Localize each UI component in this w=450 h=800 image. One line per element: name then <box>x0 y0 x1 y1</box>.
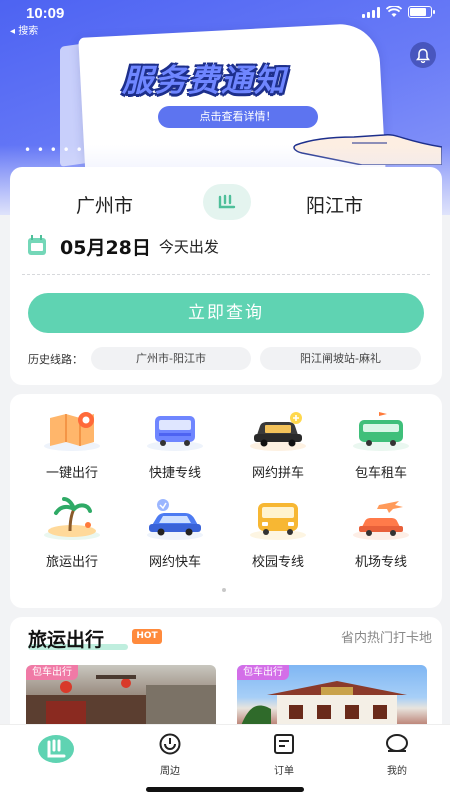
status-bar: 10:09 ◂ 搜索 <box>0 0 450 37</box>
tab-label: 订单 <box>274 766 294 777</box>
home-indicator[interactable] <box>146 787 304 792</box>
history-routes: 历史线路： 广州市-阳江市 阳江闸坡站-麻礼 <box>28 347 421 370</box>
departure-city[interactable]: 广州市 <box>76 191 133 218</box>
school-bus-icon <box>250 503 306 540</box>
departure-date-note: 今天出发 <box>158 238 219 256</box>
airport-icon <box>353 501 409 540</box>
tab-orders[interactable]: 订单 <box>254 733 314 777</box>
service-charter-rental[interactable]: 包车租车 <box>341 406 421 481</box>
service-carpool[interactable]: 网约拼车 <box>238 406 318 481</box>
route-search-card: 广州市 阳江市 05月28日 今天出发 立即查询 历史线路： 广州市-阳江市 阳… <box>10 167 442 385</box>
service-label: 网约拼车 <box>251 466 304 481</box>
dashed-divider <box>22 274 430 275</box>
history-route-chip[interactable]: 阳江闸坡站-麻礼 <box>260 347 421 370</box>
charter-bus-icon <box>353 412 409 451</box>
bus-icon <box>147 416 203 451</box>
status-indicators <box>362 6 435 18</box>
charter-tag: 包车出行 <box>237 665 289 680</box>
service-tourism-travel[interactable]: 旅运出行 <box>32 495 112 570</box>
service-label: 包车租车 <box>354 466 407 481</box>
tab-home[interactable] <box>26 734 86 768</box>
service-label: 校园专线 <box>251 555 304 570</box>
status-time: 10:09 <box>26 5 65 22</box>
carpool-icon <box>250 412 306 451</box>
service-label: 机场专线 <box>354 555 407 570</box>
service-express-line[interactable]: 快捷专线 <box>135 406 215 481</box>
hot-badge: HOT <box>132 629 162 644</box>
service-label: 一键出行 <box>45 466 98 481</box>
wifi-icon <box>386 6 402 17</box>
service-label: 旅运出行 <box>45 555 98 570</box>
query-button[interactable]: 立即查询 <box>28 293 424 333</box>
tab-label: 周边 <box>160 766 180 777</box>
tab-nearby[interactable]: 周边 <box>140 733 200 777</box>
calendar-icon <box>28 235 46 255</box>
profile-icon <box>386 734 408 752</box>
express-car-icon <box>147 499 203 540</box>
back-to-search-link[interactable]: ◂ 搜索 <box>10 22 38 37</box>
service-ride-hailing[interactable]: 网约快车 <box>135 495 215 570</box>
palm-tree-icon <box>44 497 100 540</box>
swap-cities-button[interactable] <box>203 184 251 220</box>
home-logo-icon <box>38 735 74 763</box>
notification-bell-icon[interactable] <box>410 42 436 68</box>
travel-section: 旅运出行 HOT 省内热门打卡地 包车出行 包车出行 <box>10 617 442 737</box>
service-one-click-trip[interactable]: 一键出行 <box>32 406 112 481</box>
arrival-city[interactable]: 阳江市 <box>306 191 363 218</box>
service-airport-line[interactable]: 机场专线 <box>341 495 421 570</box>
service-label: 网约快车 <box>148 555 201 570</box>
tab-label: 我的 <box>387 766 407 777</box>
service-campus-line[interactable]: 校园专线 <box>238 495 318 570</box>
notice-title: 服务费通知 <box>122 63 287 99</box>
swap-logo-icon <box>218 194 236 209</box>
map-pin-icon <box>44 412 100 451</box>
section-title: 旅运出行 <box>28 629 105 651</box>
tab-profile[interactable]: 我的 <box>367 733 427 777</box>
services-grid: 一键出行 快捷专线 网约拼车 包车租车 旅运出行 网约快车 校园专线 机场专线 <box>10 394 442 608</box>
history-label: 历史线路： <box>28 352 83 366</box>
orders-icon <box>274 734 294 754</box>
page-indicator-dot <box>222 588 226 592</box>
cellular-signal-icon <box>362 6 380 18</box>
history-route-chip[interactable]: 广州市-阳江市 <box>91 347 251 370</box>
service-label: 快捷专线 <box>148 466 201 481</box>
departure-date-row[interactable]: 05月28日 今天出发 <box>28 233 219 260</box>
popular-spots-link[interactable]: 省内热门打卡地 <box>341 627 432 646</box>
battery-icon <box>408 6 435 18</box>
departure-date: 05月28日 <box>60 237 151 259</box>
nearby-icon <box>159 733 181 755</box>
charter-tag: 包车出行 <box>26 665 78 680</box>
